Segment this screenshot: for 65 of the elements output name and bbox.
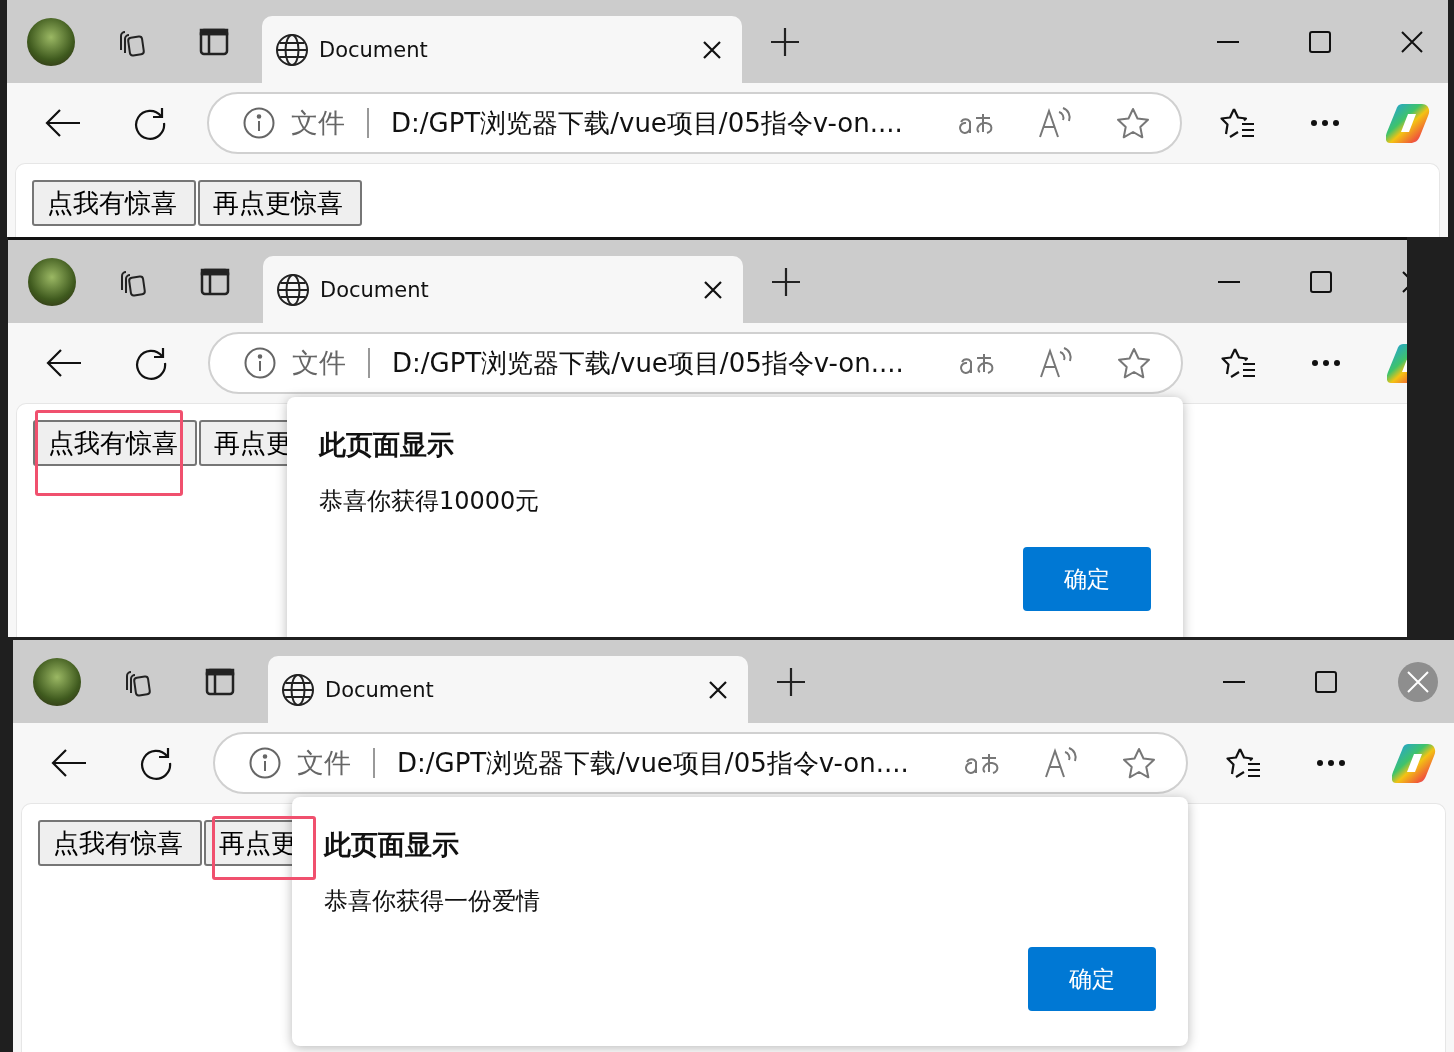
url-text: D:/GPT浏览器下载/vue项目/05指令v-on.... [392,346,905,380]
close-icon[interactable] [702,39,722,60]
avatar-photo[interactable] [33,657,81,706]
page-button[interactable]: 再点更惊喜 [198,180,362,226]
new-tab-icon[interactable] [771,266,801,297]
minimize-icon[interactable] [1217,39,1239,44]
info-icon[interactable] [249,747,281,779]
favorites-icon[interactable] [1221,347,1257,379]
globe-icon [276,272,310,307]
info-icon[interactable] [243,107,275,139]
star-icon[interactable] [1122,747,1156,779]
refresh-icon[interactable] [139,746,173,780]
avatar-photo[interactable] [27,17,75,66]
sidebar-layout-icon[interactable] [199,27,229,56]
back-arrow-icon[interactable] [45,108,81,138]
refresh-icon[interactable] [133,106,167,140]
read-aloud-icon[interactable] [1044,747,1078,779]
page-button[interactable]: 点我有惊喜 [38,820,202,866]
more-options-icon[interactable] [1310,119,1340,127]
address-bar[interactable]: 文件 D:/GPT浏览器下载/vue项目/05指令v-on.... [213,732,1188,794]
maximize-icon[interactable] [1315,670,1337,693]
star-icon[interactable] [1116,107,1150,139]
maximize-icon[interactable] [1310,270,1332,293]
url-text: D:/GPT浏览器下载/vue项目/05指令v-on.... [397,746,910,780]
file-scheme-label: 文件 [297,746,351,780]
sidebar-layout-icon[interactable] [200,267,230,296]
browser-tab[interactable]: Document [268,656,748,723]
minimize-icon[interactable] [1223,679,1245,684]
url-text: D:/GPT浏览器下载/vue项目/05指令v-on.... [391,106,904,140]
dialog-message: 恭喜你获得一份爱情 [324,886,541,917]
page-button[interactable]: 点我有惊喜 [32,180,196,226]
new-tab-icon[interactable] [770,26,800,57]
ok-button[interactable]: 确定 [1023,547,1151,611]
address-bar[interactable]: 文件 D:/GPT浏览器下载/vue项目/05指令v-on.... [208,332,1183,394]
minimize-icon[interactable] [1218,279,1240,284]
back-arrow-icon[interactable] [46,348,82,378]
avatar-photo[interactable] [28,257,76,306]
dialog-message: 恭喜你获得10000元 [319,486,541,517]
maximize-icon[interactable] [1309,30,1331,53]
read-aloud-icon[interactable] [1038,107,1072,139]
browser-tab[interactable]: Document [262,16,742,83]
refresh-icon[interactable] [134,346,168,380]
copilot-icon[interactable] [1386,102,1432,144]
more-options-icon[interactable] [1316,759,1346,767]
favorites-icon[interactable] [1220,107,1256,139]
sidebar-layout-icon[interactable] [205,667,235,696]
address-bar[interactable]: 文件 D:/GPT浏览器下载/vue项目/05指令v-on.... [207,92,1182,154]
more-options-icon[interactable] [1311,359,1341,367]
read-aloud-icon[interactable] [1039,347,1073,379]
back-arrow-icon[interactable] [51,748,87,778]
favorites-icon[interactable] [1226,747,1262,779]
copilot-icon[interactable] [1392,742,1438,784]
close-icon[interactable] [703,279,723,300]
star-icon[interactable] [1117,347,1151,379]
close-icon[interactable] [1401,30,1423,53]
page-button[interactable]: 点我有惊喜 [33,420,197,466]
ok-button[interactable]: 确定 [1028,947,1156,1011]
globe-icon [275,32,309,67]
browser-tab[interactable]: Document [263,256,743,323]
file-scheme-label: 文件 [292,346,346,380]
close-icon[interactable] [708,679,728,700]
globe-icon [281,672,315,707]
info-icon[interactable] [244,347,276,379]
file-scheme-label: 文件 [291,106,345,140]
new-tab-icon[interactable] [776,666,806,697]
